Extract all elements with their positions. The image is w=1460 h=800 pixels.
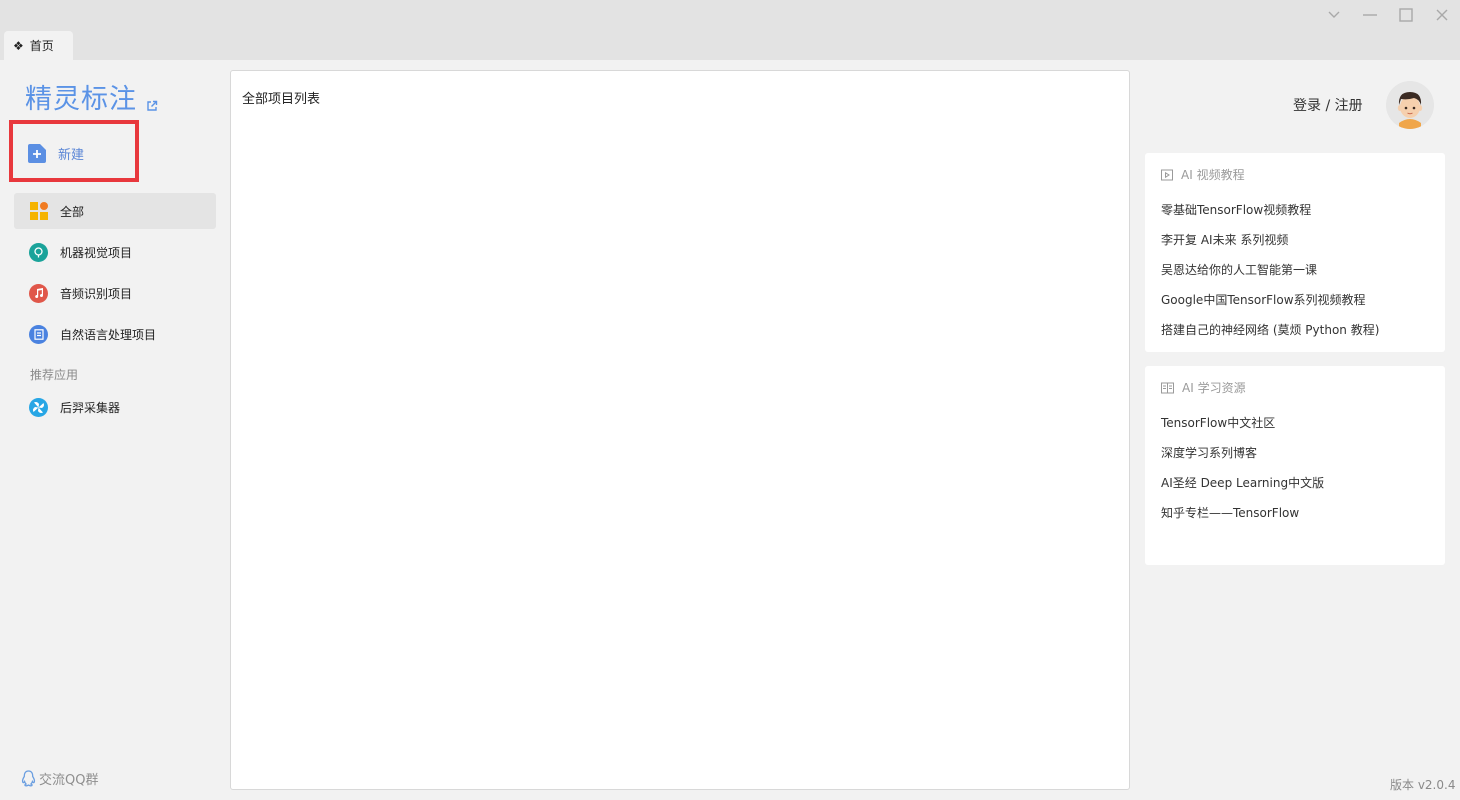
project-list-panel: 全部项目列表 [230, 70, 1130, 790]
video-link[interactable]: 李开复 AI未来 系列视频 [1161, 231, 1288, 248]
sidebar-item-vision[interactable]: 机器视觉项目 [14, 234, 216, 270]
video-link[interactable]: 吴恩达给你的人工智能第一课 [1161, 261, 1317, 278]
sidebar-item-label: 全部 [60, 204, 85, 219]
card-header: AI 学习资源 [1161, 379, 1246, 396]
qq-label: 交流QQ群 [39, 773, 99, 788]
sidebar-item-nlp[interactable]: 自然语言处理项目 [14, 316, 216, 352]
video-tutorial-card: AI 视频教程 零基础TensorFlow视频教程 李开复 AI未来 系列视频 … [1145, 153, 1445, 352]
chevron-down-icon[interactable] [1322, 4, 1346, 26]
sidebar-item-label: 自然语言处理项目 [60, 327, 157, 342]
external-link-icon[interactable] [146, 100, 158, 112]
new-file-icon [28, 144, 46, 163]
tab-home[interactable]: ❖ 首页 [4, 31, 73, 60]
maximize-icon[interactable] [1394, 4, 1418, 26]
video-icon [1161, 169, 1173, 180]
sidebar-item-label: 后羿采集器 [60, 400, 121, 415]
qq-group-link[interactable]: 交流QQ群 [21, 769, 98, 788]
brand: 精灵标注 [25, 82, 158, 118]
book-icon [1161, 382, 1174, 393]
document-icon [29, 324, 48, 344]
collector-icon [29, 397, 48, 417]
version-label: 版本 v2.0.4 [1390, 778, 1456, 792]
sidebar-item-label: 机器视觉项目 [60, 245, 133, 260]
grid-icon [29, 202, 48, 221]
resource-link[interactable]: AI圣经 Deep Learning中文版 [1161, 474, 1324, 491]
brand-title: 精灵标注 [25, 84, 137, 115]
diamond-grid-icon: ❖ [13, 38, 24, 53]
recommend-section-label: 推荐应用 [30, 368, 79, 382]
qq-icon [21, 770, 36, 787]
avatar[interactable] [1386, 81, 1434, 129]
music-icon [29, 283, 48, 303]
sidebar-item-collector[interactable]: 后羿采集器 [14, 389, 216, 425]
sidebar-item-all[interactable]: 全部 [14, 193, 216, 229]
learning-resource-card: AI 学习资源 TensorFlow中文社区 深度学习系列博客 AI圣经 Dee… [1145, 366, 1445, 565]
video-link[interactable]: 零基础TensorFlow视频教程 [1161, 201, 1311, 218]
resource-link[interactable]: 知乎专栏——TensorFlow [1161, 504, 1299, 521]
avatar-face-icon [1386, 81, 1434, 129]
resource-link[interactable]: TensorFlow中文社区 [1161, 414, 1275, 431]
page-title: 全部项目列表 [242, 92, 321, 107]
resource-link[interactable]: 深度学习系列博客 [1161, 444, 1257, 461]
minimize-icon[interactable] [1358, 4, 1382, 26]
card-title: AI 视频教程 [1181, 168, 1245, 182]
close-icon[interactable] [1430, 4, 1454, 26]
login-register-link[interactable]: 登录 / 注册 [1293, 95, 1363, 115]
card-title: AI 学习资源 [1182, 381, 1246, 395]
card-header: AI 视频教程 [1161, 166, 1245, 183]
video-link[interactable]: 搭建自己的神经网络 (莫烦 Python 教程) [1161, 321, 1379, 338]
sidebar-item-label: 音频识别项目 [60, 286, 133, 301]
new-label: 新建 [58, 148, 85, 163]
new-project-button[interactable]: 新建 [28, 144, 84, 163]
tab-label: 首页 [29, 39, 54, 53]
video-link[interactable]: Google中国TensorFlow系列视频教程 [1161, 291, 1366, 308]
sidebar-item-audio[interactable]: 音频识别项目 [14, 275, 216, 311]
vision-icon [29, 242, 48, 262]
title-bar: ❖ 首页 [0, 0, 1460, 60]
